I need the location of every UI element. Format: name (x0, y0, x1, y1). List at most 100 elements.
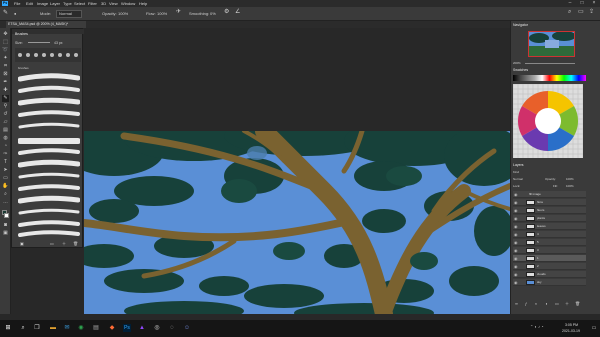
layers-fill-value[interactable]: 100% (566, 184, 574, 189)
discord-icon[interactable]: ☺ (183, 324, 191, 332)
shape-tool-icon[interactable]: ▭ (2, 175, 9, 182)
swatches-title[interactable]: Swatches (513, 68, 528, 73)
menu-help[interactable]: Help (139, 1, 147, 6)
more-tools-icon[interactable]: … (2, 199, 9, 206)
visibility-eye-icon[interactable]: ◉ (514, 264, 518, 269)
menu-image[interactable]: Image (37, 1, 48, 6)
brush-size-slider[interactable] (28, 42, 50, 43)
menu-edit[interactable]: Edit (26, 1, 33, 6)
layer-row[interactable]: ◉ 4 (513, 231, 586, 238)
brush-tool-icon[interactable]: ✎ (2, 95, 9, 102)
frame-tool-icon[interactable]: ⊠ (2, 71, 9, 78)
zoom-tool-icon[interactable]: ⌕ (2, 191, 9, 198)
color-wheel-panel[interactable] (513, 84, 583, 158)
close-icon[interactable]: × (588, 0, 600, 7)
folder-icon[interactable]: ▭ (50, 241, 54, 246)
pen-tool-icon[interactable]: ✑ (2, 151, 9, 158)
layer-group[interactable]: ◉ fill image (513, 191, 586, 198)
layer-row-selected[interactable]: ◉ 1 (513, 255, 586, 262)
taskbar-date[interactable]: 2021-03-19 (562, 329, 580, 334)
add-icon[interactable]: ＋ (62, 241, 66, 246)
task-view-icon[interactable]: ❐ (33, 324, 41, 332)
layers-opacity-value[interactable]: 100% (566, 177, 574, 182)
background-color-swatch[interactable] (4, 213, 9, 218)
path-select-icon[interactable]: ➤ (2, 167, 9, 174)
visibility-eye-icon[interactable]: ◉ (514, 240, 518, 245)
history-brush-icon[interactable]: ↺ (2, 111, 9, 118)
angle-icon[interactable]: ∠ (235, 9, 240, 15)
visibility-eye-icon[interactable]: ◉ (514, 272, 518, 277)
document-canvas[interactable] (84, 131, 510, 314)
brush-size-value[interactable]: 43 px (54, 41, 63, 46)
visibility-eye-icon[interactable]: ◉ (514, 216, 518, 221)
visibility-eye-icon[interactable]: ◉ (514, 256, 518, 261)
layer-row[interactable]: ◉ sky (513, 279, 586, 286)
menu-file[interactable]: File (14, 1, 20, 6)
menu-view[interactable]: View (109, 1, 118, 6)
layer-row[interactable]: ◉ leaves (513, 223, 586, 230)
search-icon[interactable]: ⌕ (568, 9, 571, 15)
workspace-icon[interactable]: ▭ (578, 9, 584, 15)
photoshop-icon[interactable]: Ps (123, 324, 131, 332)
airbrush-icon[interactable]: ✈ (176, 9, 181, 15)
maximize-icon[interactable]: □ (576, 0, 588, 7)
notification-icon[interactable]: ▭ (590, 324, 598, 332)
marquee-tool-icon[interactable]: ⬚ (2, 39, 9, 46)
document-tab[interactable]: ETSA_MAS4.psd @ 200% (4_MASK)* (6, 21, 86, 28)
app-icon[interactable]: ◆ (108, 324, 116, 332)
layer-row[interactable]: ◉ 3 (513, 247, 586, 254)
brush-size-icon[interactable]: ● (14, 11, 16, 16)
blur-tool-icon[interactable]: ◍ (2, 135, 9, 142)
lasso-tool-icon[interactable]: ➰ (2, 47, 9, 54)
navigator-thumbnail[interactable] (528, 31, 576, 57)
brush-tool-icon[interactable]: ✎ (3, 10, 8, 16)
menu-layer[interactable]: Layer (50, 1, 60, 6)
app-icon[interactable]: ◌ (168, 324, 176, 332)
type-tool-icon[interactable]: T (2, 159, 9, 166)
eyedropper-icon[interactable]: ✒ (2, 79, 9, 86)
chrome-icon[interactable]: ◉ (77, 324, 85, 332)
eraser-icon[interactable]: ▱ (2, 119, 9, 126)
menu-3d[interactable]: 3D (101, 1, 106, 6)
healing-brush-icon[interactable]: ✚ (2, 87, 9, 94)
trash-icon[interactable]: 🗑 (73, 241, 78, 246)
magic-wand-icon[interactable]: ✦ (2, 55, 9, 62)
visibility-eye-icon[interactable]: ◉ (514, 208, 518, 213)
layer-row[interactable]: ◉ clouds (513, 271, 586, 278)
tray-icons[interactable]: ⌃ ◐ ♪ ◔ (530, 324, 544, 329)
layer-row[interactable]: ◉ 5 (513, 239, 586, 246)
menu-select[interactable]: Select (74, 1, 85, 6)
new-layer-icon[interactable]: ＋ (565, 301, 569, 306)
visibility-eye-icon[interactable]: ◉ (514, 232, 518, 237)
menu-window[interactable]: Window (121, 1, 135, 6)
adjustment-icon[interactable]: ◑ (545, 301, 547, 306)
screen-mode-icon[interactable]: ▣ (2, 230, 9, 237)
mail-icon[interactable]: ✉ (63, 324, 71, 332)
settings-icon[interactable]: ⚙ (224, 9, 229, 15)
trash-icon[interactable]: 🗑 (575, 301, 580, 306)
swatch-row[interactable] (513, 75, 586, 81)
taskbar-time[interactable]: 3:05 PM (565, 323, 578, 328)
link-layers-icon[interactable]: ∞ (515, 301, 518, 306)
app-icon[interactable]: ▲ (138, 324, 146, 332)
visibility-eye-icon[interactable]: ◉ (514, 192, 518, 197)
navigator-title[interactable]: Navigator (513, 23, 528, 28)
color-wheel[interactable] (513, 84, 583, 158)
move-tool-icon[interactable]: ✥ (2, 31, 9, 38)
store-icon[interactable]: ▤ (92, 324, 100, 332)
search-icon[interactable]: ⌕ (19, 324, 27, 332)
layer-row[interactable]: ◉ plants (513, 215, 586, 222)
new-brush-icon[interactable]: ▣ (20, 241, 24, 246)
mask-icon[interactable]: ◐ (535, 301, 537, 306)
brush-group-label[interactable]: brushes (18, 66, 29, 71)
opacity-value[interactable]: 100% (118, 11, 128, 16)
stamp-tool-icon[interactable]: ⚲ (2, 103, 9, 110)
share-icon[interactable]: ⇪ (589, 9, 594, 15)
steam-icon[interactable]: ◎ (153, 324, 161, 332)
quick-mask-icon[interactable]: ◙ (2, 222, 9, 229)
file-explorer-icon[interactable]: ▬ (49, 324, 57, 332)
layers-kind-filter[interactable]: Kind (513, 170, 519, 175)
layers-blend-mode[interactable]: Normal (513, 177, 523, 182)
gradient-tool-icon[interactable]: ▤ (2, 127, 9, 134)
layers-title[interactable]: Layers (513, 163, 524, 168)
